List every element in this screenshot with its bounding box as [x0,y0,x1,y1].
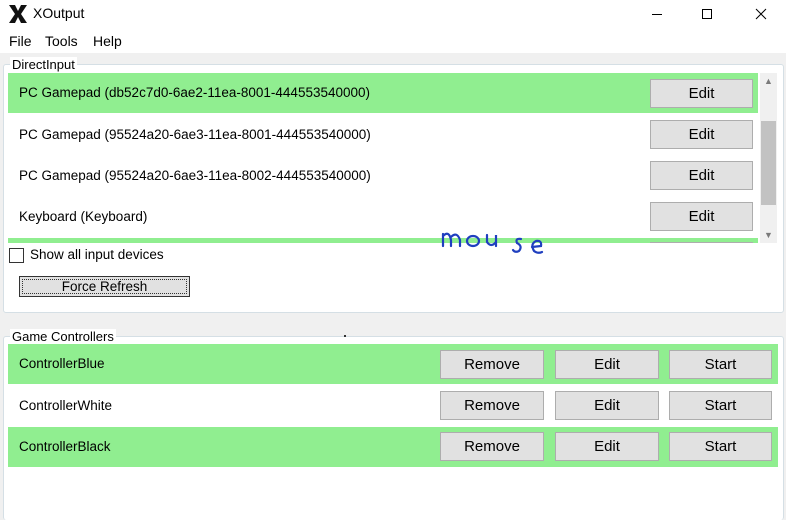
menu-tools[interactable]: Tools [45,33,78,49]
device-edit-button[interactable]: Edit [650,161,753,190]
device-name: PC Gamepad (db52c7d0-6ae2-11ea-8001-4445… [19,85,371,100]
controller-row[interactable]: ControllerBlack Remove Edit Start [8,427,778,467]
device-edit-button[interactable]: Edit [650,202,753,231]
menu-help[interactable]: Help [93,33,122,49]
device-edit-button[interactable]: Edit [650,120,753,149]
controller-name: ControllerWhite [19,398,113,413]
maximize-button[interactable] [684,0,730,28]
controller-edit-button[interactable]: Edit [555,350,659,379]
xoutput-app-icon [8,4,28,24]
device-name: Keyboard (Keyboard) [19,209,148,224]
direct-input-label: DirectInput [10,57,77,72]
device-name: PC Gamepad (95524a20-6ae3-11ea-8001-4445… [19,127,371,142]
device-row[interactable]: Keyboard (Keyboard) Edit [8,197,758,237]
scroll-up-icon[interactable]: ▲ [764,77,773,86]
device-name: PC Gamepad (95524a20-6ae3-11ea-8002-4445… [19,168,371,183]
show-all-label[interactable]: Show all input devices [30,247,164,262]
device-row[interactable]: PC Gamepad (95524a20-6ae3-11ea-8002-4445… [8,156,758,196]
close-button[interactable] [738,0,784,28]
close-icon [755,8,767,20]
show-all-checkbox[interactable] [9,248,24,263]
controller-remove-button[interactable]: Remove [440,391,544,420]
minimize-icon [652,14,662,15]
scroll-down-icon[interactable]: ▼ [764,231,773,240]
scroll-thumb[interactable] [761,121,776,205]
device-row[interactable]: PC Gamepad (95524a20-6ae3-11ea-8001-4445… [8,115,758,155]
controller-edit-button[interactable]: Edit [555,391,659,420]
device-edit-button-partial[interactable] [650,242,753,243]
controller-start-button[interactable]: Start [669,391,772,420]
controller-name: ControllerBlack [19,439,111,454]
minimize-button[interactable] [634,0,680,28]
controller-start-button[interactable]: Start [669,350,772,379]
force-refresh-button[interactable]: Force Refresh [19,276,190,297]
controller-remove-button[interactable]: Remove [440,350,544,379]
menu-bar: File Tools Help [0,28,786,53]
title-bar[interactable]: XOutput [0,0,786,28]
force-refresh-label: Force Refresh [22,279,187,294]
stray-dot [344,335,346,337]
maximize-icon [702,9,712,19]
controller-row[interactable]: ControllerWhite Remove Edit Start [8,386,778,426]
handwritten-mouse-annotation [441,232,544,254]
menu-file[interactable]: File [9,33,32,49]
device-row[interactable]: PC Gamepad (db52c7d0-6ae2-11ea-8001-4445… [8,73,758,113]
controller-row[interactable]: ControllerBlue Remove Edit Start [8,344,778,384]
device-row-partial[interactable] [8,238,758,243]
controller-start-button[interactable]: Start [669,432,772,461]
window-title: XOutput [33,5,85,21]
controller-edit-button[interactable]: Edit [555,432,659,461]
controller-remove-button[interactable]: Remove [440,432,544,461]
controller-name: ControllerBlue [19,356,105,371]
device-edit-button[interactable]: Edit [650,79,753,108]
game-controllers-label: Game Controllers [10,329,116,344]
device-list-scrollbar[interactable]: ▲ ▼ [760,73,777,243]
